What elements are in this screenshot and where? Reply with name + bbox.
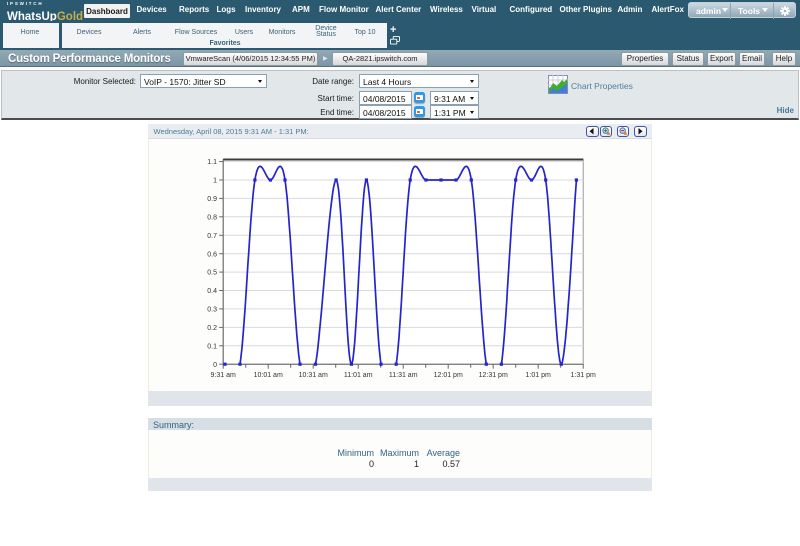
svg-text:1: 1 (213, 177, 217, 184)
svg-text:0.4: 0.4 (207, 288, 217, 295)
svg-text:10:01 am: 10:01 am (254, 372, 283, 379)
svg-text:0: 0 (213, 361, 217, 368)
svg-text:0.1: 0.1 (207, 343, 217, 350)
svg-text:0.7: 0.7 (207, 232, 217, 239)
svg-text:0.6: 0.6 (207, 251, 217, 258)
svg-text:1.1: 1.1 (207, 159, 217, 166)
svg-text:0.5: 0.5 (207, 269, 217, 276)
svg-text:10:31 am: 10:31 am (299, 372, 328, 379)
svg-text:12:01 pm: 12:01 pm (434, 372, 463, 379)
svg-text:1:31 pm: 1:31 pm (571, 372, 596, 379)
svg-text:0.9: 0.9 (207, 196, 217, 203)
svg-text:9:31 am: 9:31 am (211, 372, 236, 379)
svg-text:1:01 pm: 1:01 pm (526, 372, 551, 379)
svg-text:11:01 am: 11:01 am (344, 372, 373, 379)
svg-text:0.2: 0.2 (207, 325, 217, 332)
svg-text:0.8: 0.8 (207, 214, 217, 221)
svg-text:12:31 pm: 12:31 pm (479, 372, 508, 379)
svg-text:11:31 am: 11:31 am (389, 372, 418, 379)
svg-text:0.3: 0.3 (207, 306, 217, 313)
